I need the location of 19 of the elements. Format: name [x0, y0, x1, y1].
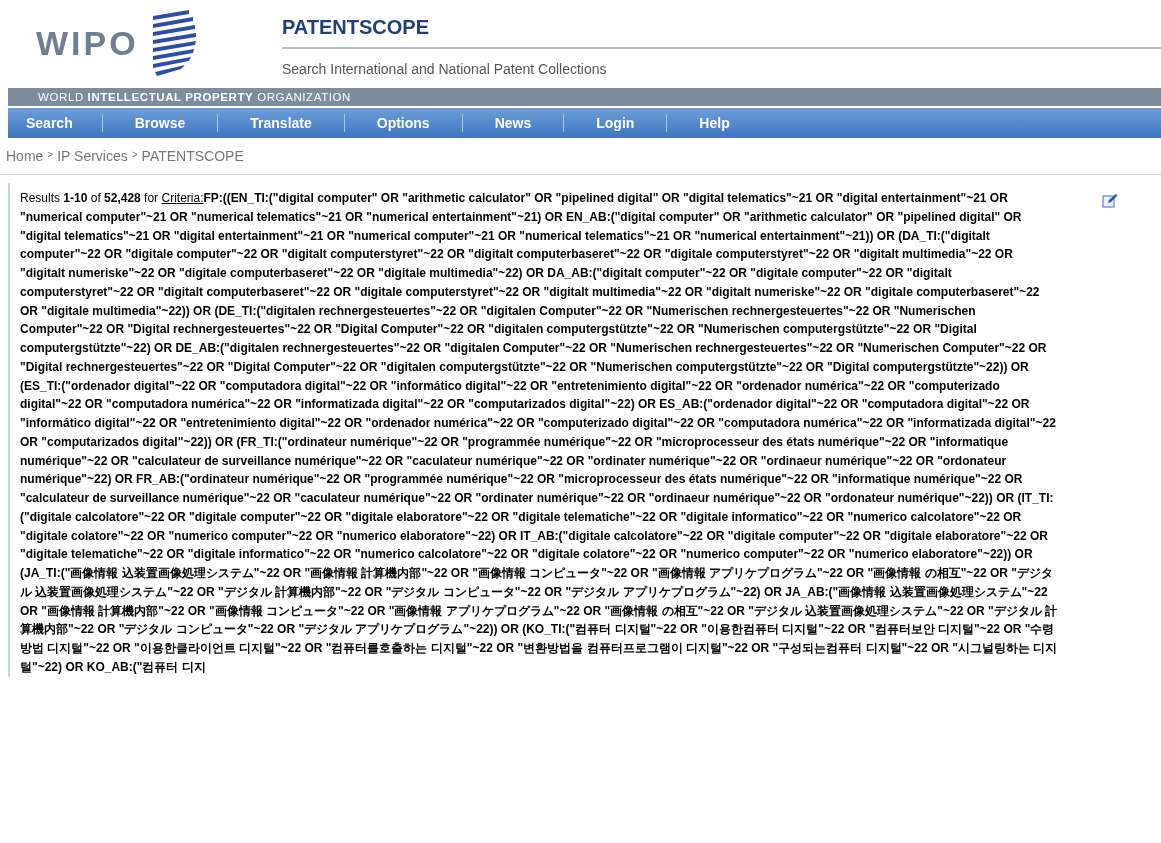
breadcrumb-link[interactable]: IP Services: [57, 148, 128, 164]
nav-link[interactable]: Options: [344, 114, 463, 132]
wipo-logo[interactable]: WIPO: [0, 0, 282, 76]
nav-link[interactable]: Translate: [218, 114, 345, 132]
nav-link[interactable]: Login: [564, 114, 668, 132]
breadcrumb-link[interactable]: Home: [6, 148, 44, 164]
breadcrumb-link[interactable]: PATENTSCOPE: [141, 148, 244, 164]
site-subtitle: Search International and National Patent Collections: [282, 61, 608, 77]
nav-link[interactable]: News: [462, 114, 565, 132]
results-query-text: Results 1-10 of 52,428 for Criteria:FP:((EN_TI:("digital computer" OR "arithmetic calculator" OR "pipelined digital" OR "digital telematics"~21 OR "digital entertainment"~21 OR "numerical computer"~21 OR "numerical telematics"~21 OR "numerical entertainment"~21) OR EN_AB:("digital computer" OR "arithmetic calculator" OR "pipelined digital" OR "digital telematics"~21 OR "digital entertainment"~21 OR "numerical computer"~21 OR "numerical telematics"~21 OR "numerical entertainment"~21)) OR (DA_TI:("digitalt computer"~22 OR "digitale computer"~22 OR "digitalt computerstyret"~22 OR "digitalt computerbaseret"~22 OR "digitale computerstyret"~22 OR "digitalt multimedia"~22 OR "digitalt numeriske"~22 OR "digitale computerbaseret"~22 OR "digitale multimedia"~22) OR DA_AB:("digitalt computer"~22 OR "digitale computer"~22 OR "digitalt computerstyret"~22 OR "digitalt computerbaseret"~22 OR "digitale computerstyret"~22 OR "digitalt multimedia"~22 OR "digitalt numeriske"~22 OR "digitale computerbaseret"~22 OR "digitale multimedia"~22)) OR (DE_TI:("digitalen rechnergesteuertes"~22 OR "digitalen Computer"~22 OR "Numerischen rechnergesteuertes"~22 OR "Numerischen Computer"~22 OR "Digital rechnergesteuertes"~22 OR "Digital Computer"~22 OR "digitalen computergstützte"~22 OR "Numerischen computergstützte"~22 OR "Digital computergstützte"~22) OR DE_AB:("digitalen rechnergesteuertes"~22 OR "digitalen Computer"~22 OR "Numerischen rechnergesteuertes"~22 OR "Numerischen Computer"~22 OR "Digital rechnergesteuertes"~22 OR "Digital Computer"~22 OR "digitalen computergstützte"~22 OR "Numerischen computergstützte"~22 OR "Digital computergstützte"~22)) OR (ES_TI:("ordenador digital"~22 OR "computadora digital"~22 OR "informático digital"~22 OR "entretenimiento digital"~22 OR "ordenador numérica"~22 OR "computerizado digital"~22 OR "computadora numérica"~22 OR "informatizada digital"~22 OR "computarizados digital"~22) OR ES_AB:("ordenador digital"~22 OR "computadora digital"~22 OR "informático digital"~22 OR "entretenimiento digital"~22 OR "ordenador numérica"~22 OR "computerizado digital"~22 OR "computadora numérica"~22 OR "informatizada digital"~22 OR "computarizados digital"~22)) OR (FR_TI:("ordinateur numérique"~22 OR "programmée numérique"~22 OR "microprocesseur des états numérique"~22 OR "informatique numérique"~22 OR "calculateur de surveillance numérique"~22 OR "caculateur numérique"~22 OR "ordinater numérique"~22 OR "ordinaeur numérique"~22 OR "ordonateur numérique"~22) OR FR_AB:("ordinateur numérique"~22 OR "programmée numérique"~22 OR "microprocesseur des états numérique"~22 OR "informatique numérique"~22 OR "calculateur de surveillance numérique"~22 OR "caculateur numérique"~22 OR "ordinater numérique"~22 OR "ordinaeur numérique"~22 OR "ordonateur numérique"~22)) OR (IT_TI:("digitale calcolatore"~22 OR "digitale computer"~22 OR "digitale elaboratore"~22 OR "digitale telematiche"~22 OR "digitale informatico"~22 OR "numerico calcolatore"~22 OR "digitale colatore"~22 OR "numerico computer"~22 OR "numerico elaboratore"~22) OR IT_AB:("digitale calcolatore"~22 OR "digitale computer"~22 OR "digitale elaboratore"~22 OR "digitale telematiche"~22 OR "digitale informatico"~22 OR "numerico calcolatore"~22 OR "digitale colatore"~22 OR "numerico computer"~22 OR "numerico elaboratore"~22)) OR (JA_TI:("画像情報 込装置画像処理システム"~22 OR "画像情報 計算機内部"~22 OR "画像情報 コンピュータ"~22 OR "画像情報 アプリケプログラム"~22 OR "画像情報 の相互"~22 OR "デジタル 込装置画像処理システム"~22 OR "デジタル 計算機内部"~22 OR "デジタル コンピュータ"~22 OR "デジタル アプリケプログラム"~22) OR JA_AB:("画像情報 込装置画像処理システム"~22 OR "画像情報 計算機内部"~22 OR "画像情報 コンピュータ"~22 OR "画像情報 アプリケプログラム"~22 OR "画像情報 の相互"~22 OR "デジタル 込装置画像処理システム"~22 OR "デジタル 計算機内部"~22 OR "デジタル コンピュータ"~22 OR "デジタル アプリケプログラム"~22)) OR (KO_TI:("컴퓨터 디지털"~22 OR "이용한컴퓨터 디지털"~22 OR "컴퓨터보안 디지털"~22 OR "수령방법 디지털"~22 OR "이용한클라이언트 디지털"~22 OR "컴퓨터를호출하는 디지털"~22 OR "변환방법을 컴퓨터프로그램이 디지털"~22 OR "구성되는컴퓨터 디지털"~22 OR "시그널링하는 디지털"~22) OR KO_AB:("컴퓨터 디지: [20, 190, 1059, 676]
nav-link[interactable]: Help: [667, 114, 762, 132]
nav-link[interactable]: Browse: [102, 114, 219, 132]
organization-band: WORLD INTELLECTUAL PROPERTY ORGANIZATION: [8, 88, 1161, 106]
breadcrumb-separator: >: [131, 149, 138, 160]
breadcrumb-separator: >: [47, 149, 54, 160]
criteria-link[interactable]: Criteria:: [161, 191, 204, 205]
site-title: PATENTSCOPE: [282, 16, 1161, 49]
edit-icon[interactable]: [1102, 193, 1118, 208]
nav-link[interactable]: Search: [8, 114, 103, 132]
